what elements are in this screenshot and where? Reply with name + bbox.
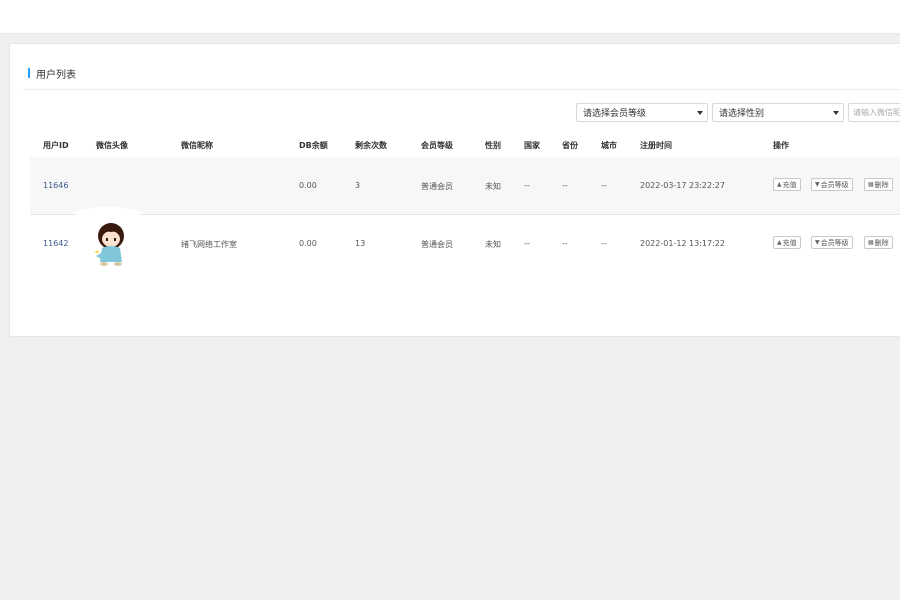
avatar: [94, 223, 124, 266]
gender-select-value: 请选择性别: [719, 109, 765, 119]
th-actions: 操作: [773, 141, 789, 150]
th-nickname: 微信昵称: [181, 141, 213, 150]
trash-icon: ▦: [868, 181, 874, 188]
member-level-button[interactable]: ▼ 会员等级: [811, 178, 853, 191]
th-avatar: 微信头像: [96, 141, 128, 150]
th-remaining: 剩余次数: [355, 141, 387, 150]
recharge-label: 充值: [782, 238, 797, 247]
gender-select[interactable]: 请选择性别: [712, 103, 844, 122]
member-level-select[interactable]: 请选择会员等级: [576, 103, 708, 122]
th-city: 城市: [601, 141, 617, 150]
cell-gender: 未知: [485, 240, 501, 249]
top-bar: [0, 0, 900, 34]
cell-level: 普通会员: [421, 182, 453, 191]
card-title: 用户列表: [28, 66, 76, 81]
th-register-time: 注册时间: [640, 141, 672, 150]
cell-register-time: 2022-03-17 23:22:27: [640, 181, 725, 190]
cell-city: --: [601, 239, 607, 248]
badge-icon: ▼: [815, 181, 820, 188]
cell-province: --: [562, 181, 568, 190]
recharge-button[interactable]: ▲ 充值: [773, 178, 801, 191]
cell-remaining: 13: [355, 239, 366, 248]
delete-label: 删除: [874, 238, 889, 247]
title-divider: [23, 89, 900, 90]
cell-country: --: [524, 181, 530, 190]
th-province: 省份: [562, 141, 578, 150]
chevron-down-icon: [833, 111, 839, 115]
chevron-down-icon: [697, 111, 703, 115]
member-level-select-value: 请选择会员等级: [583, 109, 647, 119]
trash-icon: ▦: [868, 239, 874, 246]
member-level-button[interactable]: ▼ 会员等级: [811, 236, 853, 249]
cell-country: --: [524, 239, 530, 248]
recharge-label: 充值: [782, 180, 797, 189]
delete-button[interactable]: ▦ 删除: [864, 236, 893, 249]
title-accent-bar: [28, 68, 30, 78]
cell-province: --: [562, 239, 568, 248]
cell-remaining: 3: [355, 181, 361, 190]
th-gender: 性别: [485, 141, 501, 150]
member-level-label: 会员等级: [820, 180, 849, 189]
user-list-card: 用户列表 请选择会员等级 请选择性别 用户ID 微信头像 微信昵称 DB余额 剩…: [9, 43, 900, 337]
delete-label: 删除: [874, 180, 889, 189]
table-row: 11646 0.00 3 普通会员 未知 -- -- -- 2022-03-17…: [30, 157, 900, 219]
badge-icon: ▼: [815, 239, 820, 246]
recharge-button[interactable]: ▲ 充值: [773, 236, 801, 249]
nickname-search-input[interactable]: [848, 103, 900, 122]
th-country: 国家: [524, 141, 540, 150]
cell-level: 普通会员: [421, 240, 453, 249]
cell-balance: 0.00: [299, 239, 317, 248]
cell-gender: 未知: [485, 182, 501, 191]
cell-balance: 0.00: [299, 181, 317, 190]
cell-nickname: 绪飞网络工作室: [181, 240, 237, 249]
th-balance: DB余额: [299, 141, 328, 150]
table-row: 11642 绪飞网络工作室 0.00 13 普通会员 未知 -- -- -- 2…: [30, 215, 900, 273]
money-bag-icon: ▲: [777, 239, 782, 246]
card-title-text: 用户列表: [36, 69, 76, 81]
table-header: 用户ID 微信头像 微信昵称 DB余额 剩余次数 会员等级 性别 国家 省份 城…: [30, 135, 900, 158]
cell-city: --: [601, 181, 607, 190]
th-user-id: 用户ID: [43, 141, 69, 150]
cell-user-id: 11646: [43, 181, 69, 190]
cell-user-id: 11642: [43, 239, 69, 248]
th-level: 会员等级: [421, 141, 453, 150]
cell-register-time: 2022-01-12 13:17:22: [640, 239, 725, 248]
delete-button[interactable]: ▦ 删除: [864, 178, 893, 191]
member-level-label: 会员等级: [820, 238, 849, 247]
money-bag-icon: ▲: [777, 181, 782, 188]
